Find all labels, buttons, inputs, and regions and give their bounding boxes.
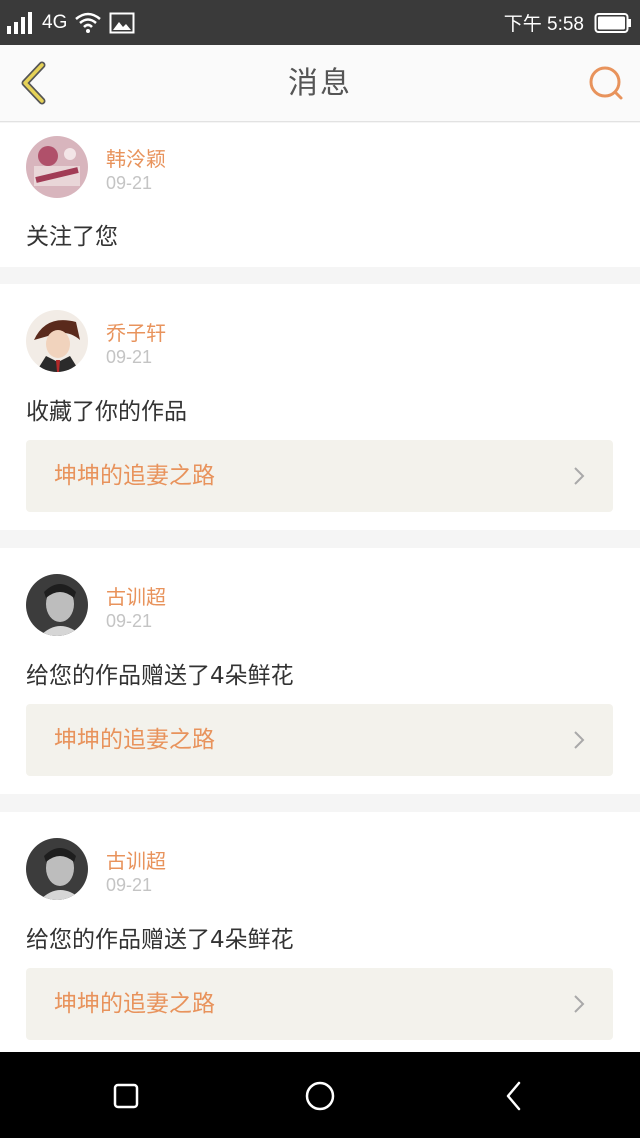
- work-title: 坤坤的追妻之路: [54, 991, 215, 1017]
- app-header: 消息: [0, 45, 640, 122]
- network-type: 4G: [42, 11, 68, 33]
- username[interactable]: 古训超: [106, 845, 166, 874]
- username[interactable]: 古训超: [106, 581, 166, 610]
- circle-icon: [305, 1081, 335, 1111]
- battery-icon: [594, 12, 631, 33]
- avatar[interactable]: [26, 310, 88, 372]
- work-title: 坤坤的追妻之路: [54, 727, 215, 753]
- chevron-right-icon: [574, 731, 585, 749]
- search-button[interactable]: [586, 63, 626, 103]
- page-title: 消息: [288, 66, 352, 101]
- search-icon: [589, 66, 623, 100]
- system-back-button[interactable]: [492, 1074, 536, 1118]
- chevron-left-icon: [21, 61, 46, 105]
- work-title: 坤坤的追妻之路: [54, 463, 215, 489]
- message-date: 09-21: [106, 347, 153, 367]
- message-date: 09-21: [106, 173, 153, 193]
- clock: 下午 5:58: [503, 14, 584, 35]
- message-date: 09-21: [106, 875, 153, 895]
- home-button[interactable]: [298, 1074, 342, 1118]
- avatar[interactable]: [26, 136, 88, 198]
- wifi-icon: [75, 12, 102, 33]
- image-icon: [109, 12, 135, 33]
- message-text: 给您的作品赠送了4朵鲜花: [26, 927, 294, 953]
- message-card[interactable]: 古训超 09-21 给您的作品赠送了4朵鲜花 坤坤的追妻之路: [0, 812, 640, 1052]
- status-bar: 4G 下午 5:58: [0, 0, 640, 45]
- message-text: 关注了您: [26, 224, 118, 250]
- message-card[interactable]: 古训超 09-21 给您的作品赠送了4朵鲜花 坤坤的追妻之路: [0, 548, 640, 794]
- chevron-right-icon: [574, 467, 585, 485]
- work-link[interactable]: 坤坤的追妻之路: [26, 704, 613, 776]
- message-list: 韩泠颖 09-21 关注了您 乔子轩 09-21 收藏了你的作品 坤坤的追妻之路: [0, 123, 640, 1052]
- message-card[interactable]: 乔子轩 09-21 收藏了你的作品 坤坤的追妻之路: [0, 284, 640, 530]
- square-icon: [113, 1083, 139, 1109]
- recent-apps-button[interactable]: [104, 1074, 148, 1118]
- avatar[interactable]: [26, 838, 88, 900]
- work-link[interactable]: 坤坤的追妻之路: [26, 440, 613, 512]
- work-link[interactable]: 坤坤的追妻之路: [26, 968, 613, 1040]
- avatar[interactable]: [26, 574, 88, 636]
- username[interactable]: 乔子轩: [106, 317, 166, 346]
- triangle-back-icon: [506, 1081, 521, 1111]
- signal-bars-icon: [7, 11, 32, 34]
- back-button[interactable]: [14, 59, 54, 107]
- message-date: 09-21: [106, 611, 153, 631]
- username[interactable]: 韩泠颖: [106, 143, 166, 172]
- message-card[interactable]: 韩泠颖 09-21 关注了您: [0, 123, 640, 267]
- navigation-bar: [0, 1052, 640, 1138]
- message-text: 给您的作品赠送了4朵鲜花: [26, 663, 294, 689]
- message-text: 收藏了你的作品: [26, 399, 187, 425]
- chevron-right-icon: [574, 995, 585, 1013]
